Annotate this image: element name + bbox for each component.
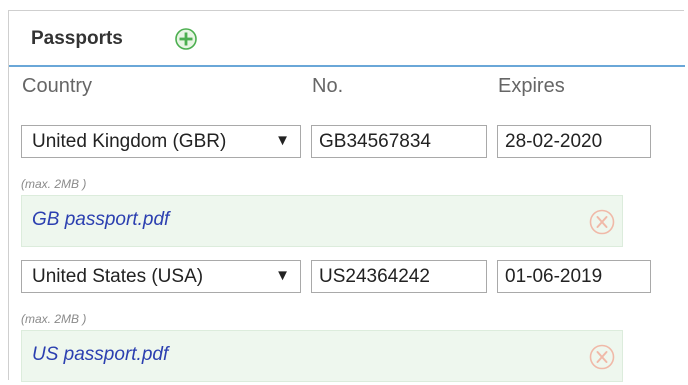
passport-number-input[interactable]: GB34567834 (311, 125, 487, 158)
dropdown-arrow-icon: ▼ (275, 267, 290, 284)
file-size-hint: (max. 2MB ) (21, 177, 87, 191)
file-link[interactable]: GB passport.pdf (32, 209, 169, 231)
panel-title: Passports (31, 28, 123, 49)
file-size-hint: (max. 2MB ) (21, 312, 87, 326)
add-passport-icon[interactable] (175, 28, 197, 50)
country-select-value: United Kingdom (GBR) (32, 131, 227, 152)
dropdown-arrow-icon: ▼ (275, 132, 290, 149)
column-header-number: No. (312, 75, 344, 97)
column-header-expires: Expires (498, 75, 565, 97)
expiry-date-input[interactable]: 01-06-2019 (497, 260, 651, 293)
expiry-date-input[interactable]: 28-02-2020 (497, 125, 651, 158)
column-header-country: Country (22, 75, 93, 97)
passport-number-input[interactable]: US24364242 (311, 260, 487, 293)
remove-file-icon[interactable] (589, 344, 615, 370)
country-select-value: United States (USA) (32, 266, 204, 287)
passports-panel: Passports Country No. Expires United Kin… (8, 10, 685, 382)
remove-file-icon[interactable] (589, 209, 615, 235)
country-select[interactable]: United States (USA) ▼ (21, 260, 301, 293)
attached-file: GB passport.pdf (21, 195, 623, 247)
panel-header: Passports (9, 11, 685, 67)
attached-file: US passport.pdf (21, 330, 623, 382)
country-select[interactable]: United Kingdom (GBR) ▼ (21, 125, 301, 158)
file-link[interactable]: US passport.pdf (32, 344, 168, 366)
